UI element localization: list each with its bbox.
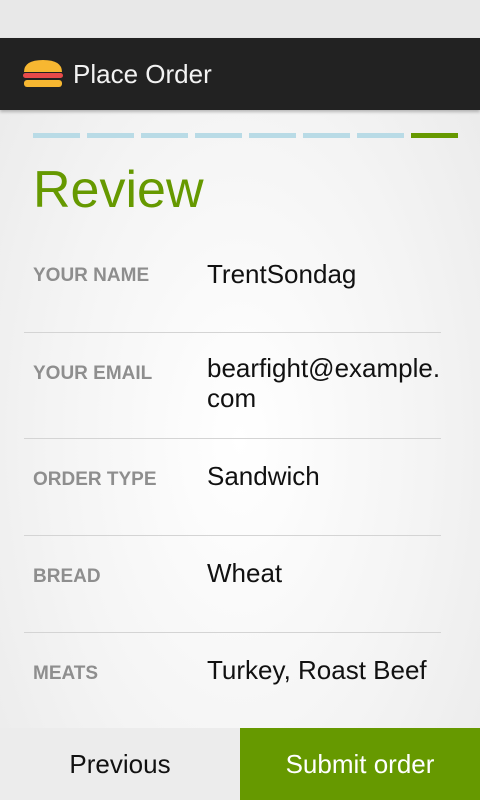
progress-step bbox=[33, 133, 80, 138]
action-bar: Place Order bbox=[0, 38, 480, 110]
review-row-bread: BREAD Wheat bbox=[24, 536, 441, 633]
progress-step bbox=[303, 133, 350, 138]
review-value: bearfight@example.com bbox=[207, 353, 441, 413]
progress-step-current bbox=[411, 133, 458, 138]
progress-step bbox=[249, 133, 296, 138]
progress-step bbox=[87, 133, 134, 138]
submit-order-button[interactable]: Submit order bbox=[240, 728, 480, 800]
bottom-button-bar: Previous Submit order bbox=[0, 728, 480, 800]
review-list: YOUR NAME TrentSondag YOUR EMAIL bearfig… bbox=[24, 236, 441, 729]
review-value: Turkey, Roast Beef bbox=[207, 655, 427, 685]
screen: Place Order Review YOUR NAME TrentSondag… bbox=[0, 0, 480, 800]
review-label: MEATS bbox=[33, 663, 99, 684]
page-title: Review bbox=[33, 161, 204, 219]
previous-button[interactable]: Previous bbox=[0, 728, 240, 800]
review-row-email: YOUR EMAIL bearfight@example.com bbox=[24, 333, 441, 439]
progress-step bbox=[357, 133, 404, 138]
progress-indicator bbox=[33, 133, 458, 138]
review-row-order-type: ORDER TYPE Sandwich bbox=[24, 439, 441, 536]
review-label: ORDER TYPE bbox=[33, 469, 157, 490]
progress-step bbox=[141, 133, 188, 138]
app-title: Place Order bbox=[73, 59, 212, 89]
review-value: Sandwich bbox=[207, 461, 320, 491]
review-row-meats: MEATS Turkey, Roast Beef bbox=[24, 633, 441, 729]
review-value: Wheat bbox=[207, 558, 283, 588]
burger-icon[interactable] bbox=[22, 59, 64, 89]
review-value: TrentSondag bbox=[207, 259, 357, 289]
review-row-name: YOUR NAME TrentSondag bbox=[24, 236, 441, 333]
review-label: YOUR NAME bbox=[33, 265, 150, 286]
status-bar bbox=[0, 0, 480, 38]
review-label: BREAD bbox=[33, 566, 101, 587]
progress-step bbox=[195, 133, 242, 138]
review-label: YOUR EMAIL bbox=[33, 363, 153, 384]
